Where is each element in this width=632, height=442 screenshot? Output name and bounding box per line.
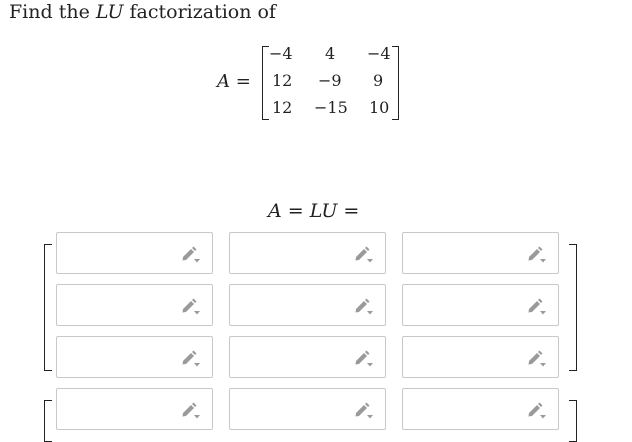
pencil-edit-icon[interactable]	[180, 244, 202, 264]
matrix-a-equals: =	[230, 71, 251, 92]
matrix-entry-input[interactable]	[229, 336, 386, 378]
matrix-a-lhs: A =	[217, 71, 251, 92]
pencil-edit-icon[interactable]	[526, 348, 548, 368]
matrix-a-cell: −9	[318, 71, 342, 90]
matrix-entry-input[interactable]	[402, 336, 559, 378]
prompt-text-suffix: factorization of	[123, 1, 276, 23]
pencil-edit-icon[interactable]	[353, 244, 375, 264]
matrix-entry-input[interactable]	[56, 388, 213, 430]
matrix-u-right-bracket	[569, 400, 577, 442]
matrix-entry-input[interactable]	[56, 336, 213, 378]
pencil-edit-icon[interactable]	[180, 296, 202, 316]
matrix-entry-input[interactable]	[229, 232, 386, 274]
matrix-l-left-bracket	[44, 244, 52, 371]
problem-prompt: Find the LU factorization of	[9, 0, 276, 24]
matrix-entry-input[interactable]	[402, 284, 559, 326]
matrix-a-cell: 9	[373, 71, 384, 90]
lu-equation-a: A	[268, 200, 282, 222]
pencil-edit-icon[interactable]	[353, 348, 375, 368]
lu-equation-equals-2: =	[337, 200, 360, 222]
pencil-edit-icon[interactable]	[353, 400, 375, 420]
pencil-edit-icon[interactable]	[526, 296, 548, 316]
pencil-edit-icon[interactable]	[353, 296, 375, 316]
matrix-a-cell: 12	[272, 98, 293, 117]
matrix-a-cell: −4	[269, 44, 293, 63]
matrix-entry-input[interactable]	[56, 232, 213, 274]
lu-equation: A = LU =	[268, 200, 359, 222]
lu-equation-equals-1: =	[281, 200, 310, 222]
prompt-text-prefix: Find the	[9, 1, 96, 23]
matrix-a-cell: 12	[272, 71, 293, 90]
matrix-u-left-bracket	[44, 400, 52, 442]
matrix-a-cell: 10	[369, 98, 390, 117]
matrix-entry-input[interactable]	[229, 388, 386, 430]
matrix-a-cell: −15	[314, 98, 348, 117]
matrix-a-left-bracket	[262, 46, 269, 120]
matrix-entry-input[interactable]	[229, 284, 386, 326]
prompt-text-lu: LU	[95, 1, 124, 23]
pencil-edit-icon[interactable]	[526, 244, 548, 264]
matrix-a-cell: 4	[325, 44, 336, 63]
matrix-entry-input[interactable]	[402, 232, 559, 274]
matrix-a-variable: A	[217, 71, 230, 92]
matrix-entry-input[interactable]	[56, 284, 213, 326]
matrix-l-right-bracket	[569, 244, 577, 371]
lu-equation-lu: LU	[309, 200, 338, 222]
matrix-a-right-bracket	[392, 46, 399, 120]
pencil-edit-icon[interactable]	[180, 400, 202, 420]
pencil-edit-icon[interactable]	[526, 400, 548, 420]
matrix-a-cell: −4	[367, 44, 391, 63]
pencil-edit-icon[interactable]	[180, 348, 202, 368]
matrix-entry-input[interactable]	[402, 388, 559, 430]
